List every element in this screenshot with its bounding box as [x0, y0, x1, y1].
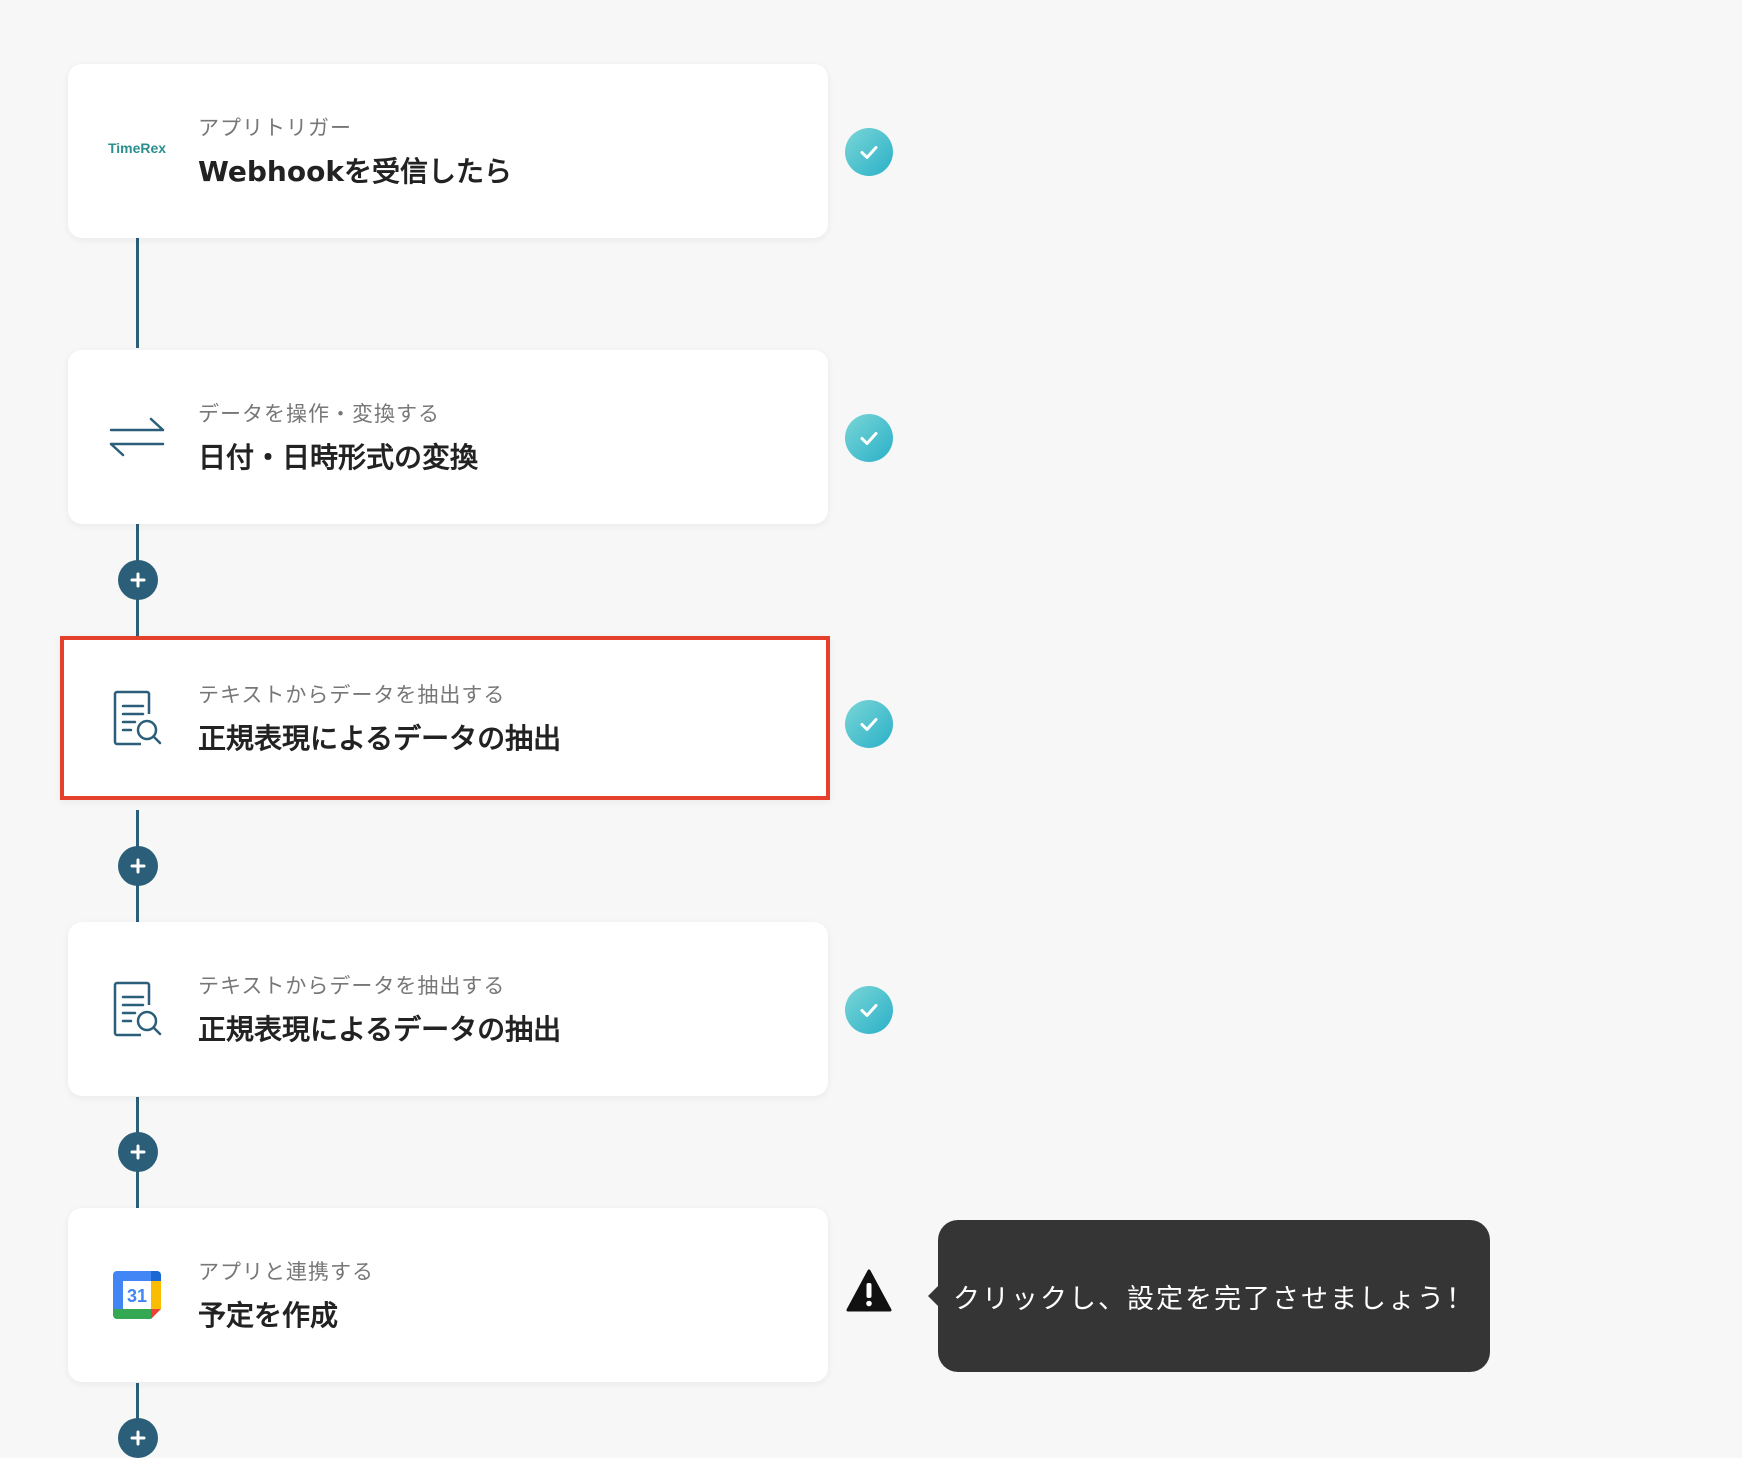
swap-arrows-icon [104, 404, 170, 470]
step-subtitle: アプリトリガー [198, 116, 352, 140]
check-icon [845, 128, 893, 176]
step-card-extract[interactable]: テキストからデータを抽出する 正規表現によるデータの抽出 [68, 922, 828, 1096]
warning-icon [845, 1268, 893, 1316]
check-icon [845, 986, 893, 1034]
check-icon [845, 700, 893, 748]
google-calendar-icon: 31 [104, 1262, 170, 1328]
connector-line [136, 238, 139, 348]
step-title: 正規表現によるデータの抽出 [198, 722, 562, 755]
add-step-button[interactable] [118, 560, 158, 600]
step-card-trigger[interactable]: TimeRex アプリトリガー Webhookを受信したら [68, 64, 828, 238]
step-subtitle: データを操作・変換する [198, 402, 440, 426]
plus-icon [130, 858, 146, 874]
add-step-button[interactable] [118, 846, 158, 886]
step-card-create-event[interactable]: 31 アプリと連携する 予定を作成 [68, 1208, 828, 1382]
document-search-icon [104, 976, 170, 1042]
step-subtitle: テキストからデータを抽出する [198, 683, 506, 707]
step-title: Webhookを受信したら [198, 155, 512, 188]
step-card-convert[interactable]: データを操作・変換する 日付・日時形式の変換 [68, 350, 828, 524]
add-step-button[interactable] [118, 1418, 158, 1458]
calendar-day-label: 31 [127, 1286, 147, 1306]
step-subtitle: アプリと連携する [198, 1260, 374, 1284]
step-title: 正規表現によるデータの抽出 [198, 1013, 562, 1046]
add-step-button[interactable] [118, 1132, 158, 1172]
plus-icon [130, 1430, 146, 1446]
plus-icon [130, 1144, 146, 1160]
plus-icon [130, 572, 146, 588]
step-subtitle: テキストからデータを抽出する [198, 974, 506, 998]
setup-tooltip: クリックし、設定を完了させましょう！ [938, 1220, 1490, 1372]
step-title: 日付・日時形式の変換 [198, 441, 479, 474]
step-title: 予定を作成 [198, 1299, 339, 1332]
check-icon [845, 414, 893, 462]
document-search-icon [104, 685, 170, 751]
tooltip-text: クリックし、設定を完了させましょう！ [953, 1283, 1475, 1315]
step-card-extract-highlighted[interactable]: テキストからデータを抽出する 正規表現によるデータの抽出 [60, 636, 830, 800]
workflow-canvas: TimeRex アプリトリガー Webhookを受信したら データを操作・変換す… [0, 0, 1742, 1458]
timerex-logo: TimeRex [107, 140, 167, 156]
